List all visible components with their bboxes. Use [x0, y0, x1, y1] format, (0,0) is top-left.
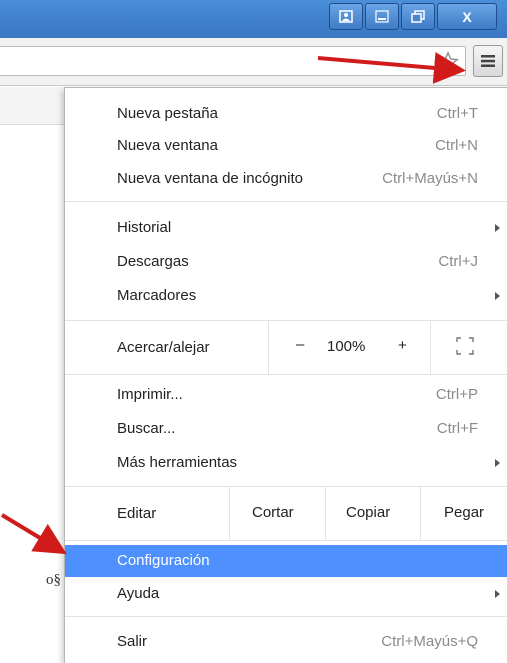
window-titlebar: X — [0, 0, 507, 38]
cut-button[interactable]: Cortar — [229, 487, 325, 540]
page-partial-text: ο§ — [46, 572, 61, 588]
chrome-menu: Nueva pestaña Ctrl+T Nueva ventana Ctrl+… — [64, 87, 507, 663]
menu-item-label: Más herramientas — [117, 454, 238, 471]
menu-item-more-tools[interactable]: Más herramientas — [65, 447, 507, 479]
menu-row-edit: Editar Cortar Copiar Pegar — [65, 487, 507, 540]
fullscreen-icon — [456, 337, 474, 355]
menu-item-find[interactable]: Buscar... Ctrl+F — [65, 413, 507, 445]
menu-item-print[interactable]: Imprimir... Ctrl+P — [65, 379, 507, 411]
browser-toolbar — [0, 38, 507, 86]
zoom-in-button[interactable]: + — [398, 337, 407, 354]
menu-separator — [65, 374, 507, 375]
edit-label: Editar — [117, 505, 157, 522]
menu-item-settings[interactable]: Configuración — [65, 545, 507, 577]
menu-item-label: Historial — [117, 219, 172, 236]
menu-item-exit[interactable]: Salir Ctrl+Mayús+Q — [65, 626, 507, 658]
menu-item-shortcut: Ctrl+T — [436, 105, 478, 122]
menu-separator — [65, 616, 507, 617]
restore-button[interactable] — [401, 3, 435, 30]
copy-button[interactable]: Copiar — [325, 487, 420, 540]
menu-item-label: Marcadores — [117, 287, 197, 304]
address-bar[interactable] — [0, 46, 466, 76]
close-icon: X — [462, 8, 472, 25]
window-controls: X — [329, 3, 497, 30]
menu-button[interactable] — [473, 45, 503, 77]
menu-item-shortcut: Ctrl+N — [435, 137, 478, 154]
menu-item-label: Ayuda — [117, 585, 160, 602]
menu-item-shortcut: Ctrl+Mayús+Q — [381, 633, 478, 650]
menu-item-shortcut: Ctrl+Mayús+N — [382, 170, 478, 187]
close-button[interactable]: X — [437, 3, 497, 30]
hamburger-menu-icon — [481, 55, 495, 67]
menu-separator — [65, 540, 507, 541]
annotation-arrow-settings — [0, 513, 67, 555]
menu-item-label: Salir — [117, 633, 148, 650]
menu-item-label: Configuración — [117, 552, 210, 569]
menu-item-label: Descargas — [117, 253, 189, 270]
menu-item-new-window[interactable]: Nueva ventana Ctrl+N — [65, 130, 507, 162]
submenu-arrow-icon — [495, 459, 500, 467]
menu-item-label: Buscar... — [117, 420, 176, 437]
fullscreen-button[interactable] — [430, 321, 507, 374]
menu-item-new-tab[interactable]: Nueva pestaña Ctrl+T — [65, 98, 507, 130]
paste-label: Pegar — [444, 504, 485, 521]
submenu-arrow-icon — [495, 590, 500, 598]
restore-icon — [411, 10, 425, 23]
menu-item-shortcut: Ctrl+J — [438, 253, 478, 270]
menu-item-help[interactable]: Ayuda — [65, 578, 507, 610]
menu-item-shortcut: Ctrl+P — [435, 386, 478, 403]
menu-item-bookmarks[interactable]: Marcadores — [65, 280, 507, 312]
submenu-arrow-icon — [495, 292, 500, 300]
menu-item-shortcut: Ctrl+F — [436, 420, 478, 437]
zoom-value: 100% — [327, 338, 366, 355]
menu-item-label: Nueva ventana — [117, 137, 218, 154]
submenu-arrow-icon — [495, 224, 500, 232]
star-icon[interactable] — [437, 51, 459, 73]
menu-item-downloads[interactable]: Descargas Ctrl+J — [65, 246, 507, 278]
menu-item-incognito-window[interactable]: Nueva ventana de incógnito Ctrl+Mayús+N — [65, 163, 507, 195]
page-content-strip — [0, 87, 66, 125]
minimize-button[interactable] — [365, 3, 399, 30]
menu-item-label: Nueva ventana de incógnito — [117, 170, 303, 187]
menu-item-history[interactable]: Historial — [65, 212, 507, 244]
user-icon — [339, 10, 353, 23]
zoom-out-icon: – — [296, 336, 305, 353]
menu-item-label: Imprimir... — [117, 386, 183, 403]
minimize-icon — [375, 10, 389, 23]
zoom-label: Acercar/alejar — [117, 339, 210, 356]
menu-item-label: Nueva pestaña — [117, 105, 218, 122]
paste-button[interactable]: Pegar — [420, 487, 507, 540]
cut-label: Cortar — [252, 504, 294, 521]
menu-row-zoom: Acercar/alejar – 100% + — [65, 321, 507, 374]
user-button[interactable] — [329, 3, 363, 30]
copy-label: Copiar — [346, 504, 391, 521]
menu-separator — [65, 201, 507, 202]
